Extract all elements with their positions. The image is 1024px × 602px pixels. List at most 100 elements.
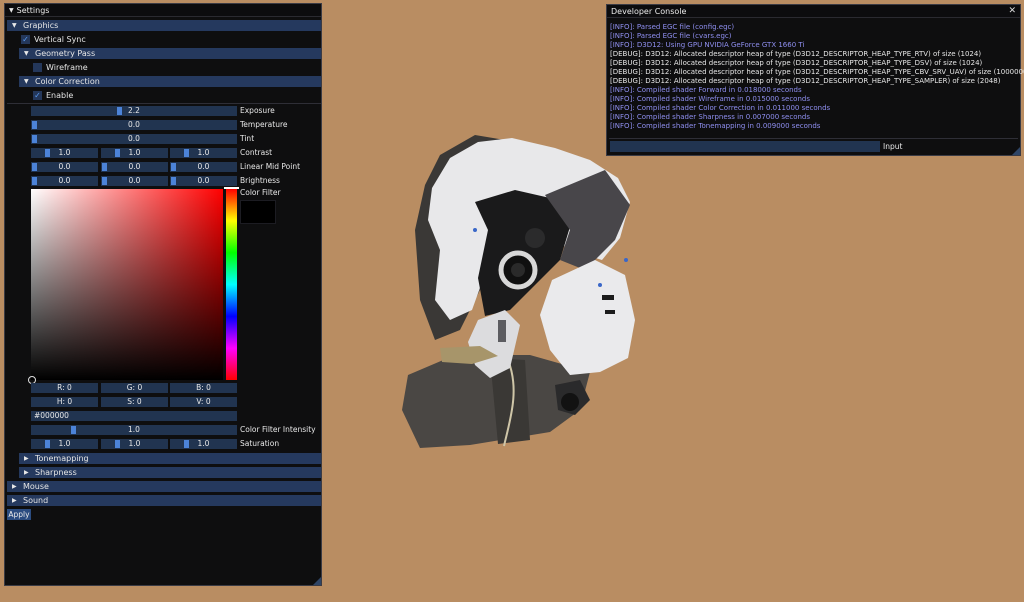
hue-field[interactable]: H: 0 (31, 397, 98, 407)
wireframe-checkbox[interactable]: ✓ (33, 63, 42, 72)
color-correction-label: Color Correction (35, 77, 100, 86)
console-line: [DEBUG]: D3D12: Allocated descriptor hea… (610, 77, 1001, 85)
saturation-value: 1.0 (128, 439, 141, 448)
graphics-header[interactable]: ▼ Graphics (7, 20, 321, 31)
mouse-label: Mouse (23, 482, 49, 491)
color-correction-header[interactable]: ▼ Color Correction (19, 76, 321, 87)
console-line: [DEBUG]: D3D12: Allocated descriptor hea… (610, 59, 983, 67)
contrast-slider-b[interactable]: 1.0 (170, 148, 237, 158)
console-input[interactable] (610, 141, 880, 152)
collapsed-arrow-icon: ▶ (12, 483, 17, 490)
mouse-header[interactable]: ▶ Mouse (7, 481, 321, 492)
console-lines: [INFO]: Parsed EGC file (config.egc) [INF… (610, 23, 1024, 131)
contrast-slider-r[interactable]: 1.0 (31, 148, 98, 158)
expanded-arrow-icon: ▼ (24, 78, 29, 85)
contrast-label: Contrast (240, 148, 273, 157)
tint-value: 0.0 (128, 134, 140, 143)
green-field[interactable]: G: 0 (101, 383, 168, 393)
sharpness-label: Sharpness (35, 468, 77, 477)
linear-mid-point-label: Linear Mid Point (240, 162, 301, 171)
exposure-value: 2.2 (128, 106, 140, 115)
collapse-arrow-icon[interactable]: ▼ (9, 7, 14, 14)
settings-titlebar[interactable]: ▼ Settings (5, 4, 321, 17)
sharpness-header[interactable]: ▶ Sharpness (19, 467, 321, 478)
close-icon[interactable]: ✕ (1008, 6, 1016, 16)
brightness-slider-r[interactable]: 0.0 (31, 176, 98, 186)
linear-mid-point-slider-g[interactable]: 0.0 (101, 162, 168, 172)
contrast-value: 1.0 (58, 148, 71, 157)
hue-bar[interactable] (226, 189, 237, 380)
hex-field[interactable]: #000000 (31, 411, 237, 421)
console-log: [INFO]: Parsed EGC file (config.egc) [INF… (607, 17, 1024, 137)
saturation-slider-g[interactable]: 1.0 (101, 439, 168, 449)
console-line: [INFO]: Compiled shader Forward in 0.018… (610, 86, 802, 94)
brightness-label: Brightness (240, 176, 280, 185)
temperature-label: Temperature (240, 120, 288, 129)
saturation-field[interactable]: S: 0 (101, 397, 168, 407)
brightness-slider-b[interactable]: 0.0 (170, 176, 237, 186)
resize-grip-icon[interactable] (1012, 147, 1020, 155)
geometry-pass-header[interactable]: ▼ Geometry Pass (19, 48, 321, 59)
divider (609, 138, 1018, 139)
exposure-slider[interactable]: 2.2 (31, 106, 237, 116)
contrast-slider-g[interactable]: 1.0 (101, 148, 168, 158)
color-filter-intensity-value: 1.0 (128, 425, 140, 434)
color-filter-intensity-slider[interactable]: 1.0 (31, 425, 237, 435)
sound-header[interactable]: ▶ Sound (7, 495, 321, 506)
saturation-label: Saturation (240, 439, 280, 448)
vsync-checkbox[interactable]: ✓ (21, 35, 30, 44)
contrast-value: 1.0 (128, 148, 141, 157)
contrast-value: 1.0 (197, 148, 210, 157)
console-line: [DEBUG]: D3D12: Allocated descriptor hea… (610, 50, 982, 58)
console-line: [DEBUG]: D3D12: Allocated descriptor hea… (610, 68, 1024, 76)
brightness-value: 0.0 (197, 176, 210, 185)
red-field[interactable]: R: 0 (31, 383, 98, 393)
saturation-slider-b[interactable]: 1.0 (170, 439, 237, 449)
saturation-value: 1.0 (58, 439, 71, 448)
value-field[interactable]: V: 0 (170, 397, 237, 407)
resize-grip-icon[interactable] (313, 577, 321, 585)
settings-title: Settings (16, 5, 50, 15)
color-filter-intensity-label: Color Filter Intensity (240, 425, 316, 434)
geometry-pass-label: Geometry Pass (35, 49, 96, 58)
tonemapping-header[interactable]: ▶ Tonemapping (19, 453, 321, 464)
enable-label: Enable (46, 91, 74, 100)
console-input-label: Input (883, 142, 903, 151)
collapsed-arrow-icon: ▶ (24, 455, 29, 462)
color-filter-label: Color Filter (240, 188, 281, 197)
console-title: Developer Console (611, 6, 687, 16)
enable-row: ✓ Enable (33, 90, 73, 101)
apply-button[interactable]: Apply (7, 509, 31, 520)
saturation-value-picker[interactable] (31, 189, 223, 380)
exposure-label: Exposure (240, 106, 275, 115)
temperature-slider[interactable]: 0.0 (31, 120, 237, 130)
linear-mid-point-slider-b[interactable]: 0.0 (170, 162, 237, 172)
vsync-row: ✓ Vertical Sync (21, 34, 86, 45)
brightness-slider-g[interactable]: 0.0 (101, 176, 168, 186)
console-line: [INFO]: Compiled shader Sharpness in 0.0… (610, 113, 811, 121)
enable-checkbox[interactable]: ✓ (33, 91, 42, 100)
helmet-model (402, 135, 635, 448)
tint-label: Tint (240, 134, 255, 143)
saturation-value: 1.0 (197, 439, 210, 448)
linear-mid-point-slider-r[interactable]: 0.0 (31, 162, 98, 172)
temperature-value: 0.0 (128, 120, 140, 129)
brightness-value: 0.0 (128, 176, 141, 185)
settings-window: ▼ Settings ▼ Graphics ✓ Vertical Sync ▼ … (4, 3, 322, 586)
tint-slider[interactable]: 0.0 (31, 134, 237, 144)
divider (7, 103, 321, 104)
sound-label: Sound (23, 496, 49, 505)
blue-field[interactable]: B: 0 (170, 383, 237, 393)
linear-mid-point-value: 0.0 (128, 162, 141, 171)
graphics-label: Graphics (23, 21, 59, 30)
hue-marker[interactable] (224, 187, 239, 189)
console-line: [INFO]: Parsed EGC file (config.egc) (610, 23, 735, 31)
console-line: [INFO]: D3D12: Using GPU NVIDIA GeForce … (610, 41, 805, 49)
saturation-slider-r[interactable]: 1.0 (31, 439, 98, 449)
brightness-value: 0.0 (58, 176, 71, 185)
linear-mid-point-value: 0.0 (58, 162, 71, 171)
color-swatch[interactable] (240, 200, 276, 224)
console-line: [INFO]: Compiled shader Wireframe in 0.0… (610, 95, 810, 103)
console-line: [INFO]: Compiled shader Tonemapping in 0… (610, 122, 821, 130)
wireframe-row: ✓ Wireframe (33, 62, 88, 73)
